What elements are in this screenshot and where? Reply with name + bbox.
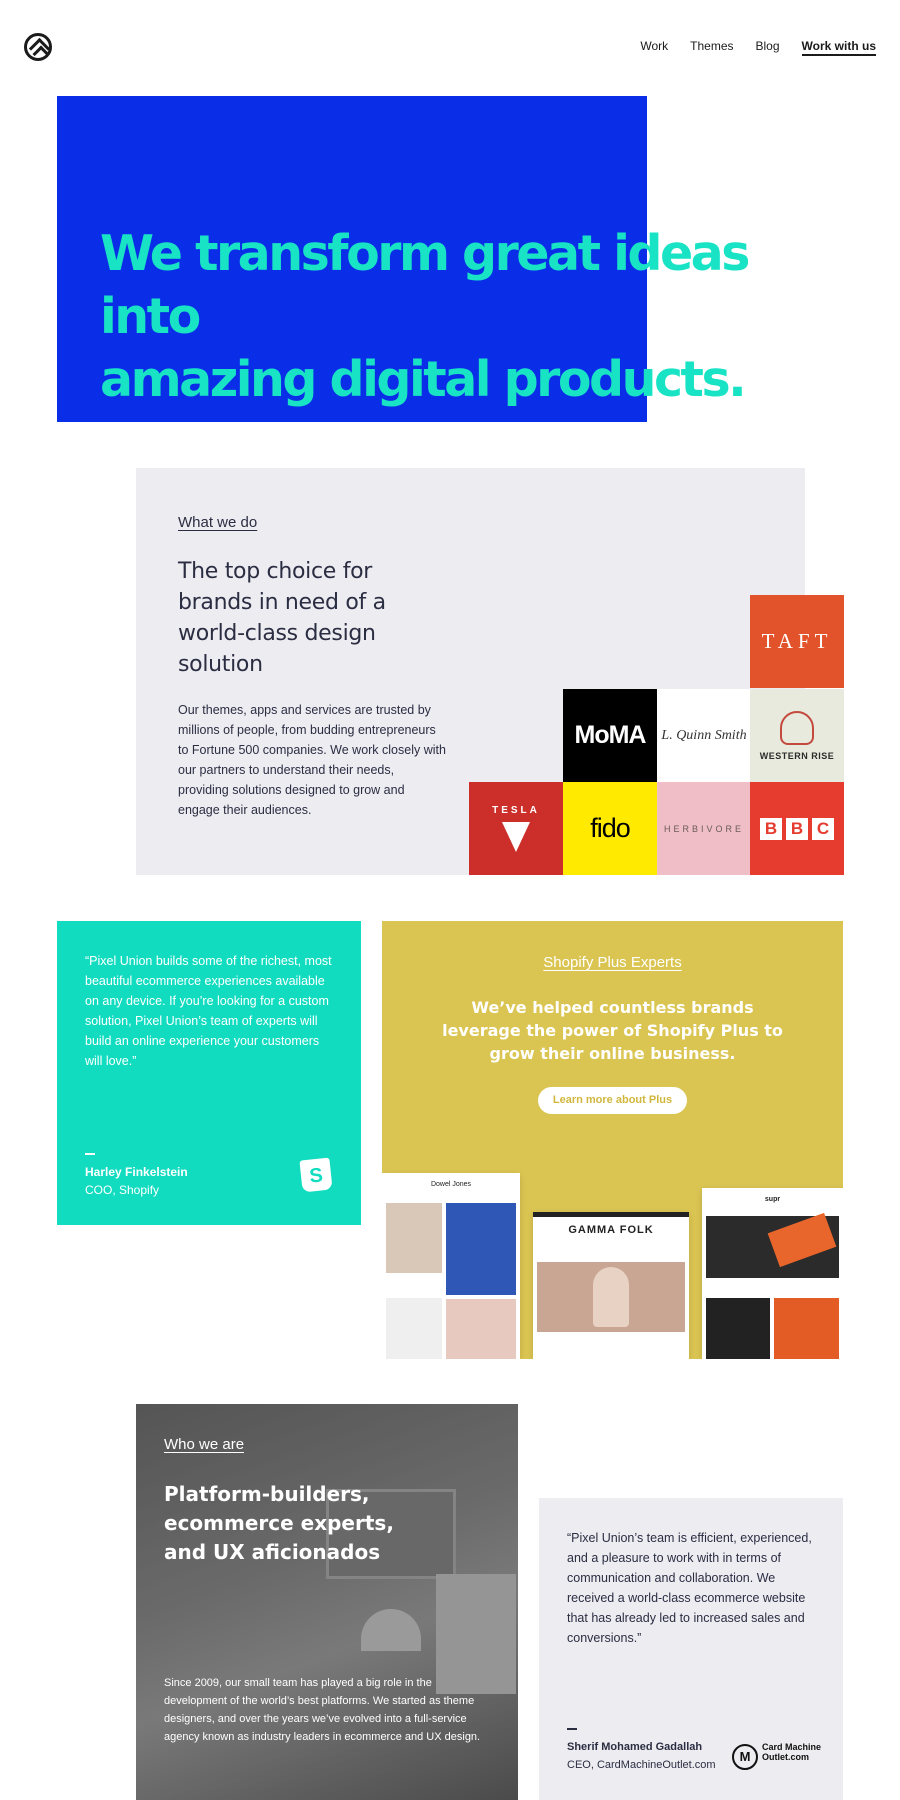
product-image	[706, 1298, 770, 1359]
tesla-icon	[502, 822, 530, 852]
nav-work[interactable]: Work	[640, 39, 668, 56]
cardmachineoutlet-logo-text: Card Machine Outlet.com	[762, 1742, 822, 1762]
western-rise-label: WESTERN RISE	[759, 750, 835, 761]
storefront-screenshot: GAMMA FOLK	[533, 1212, 689, 1359]
who-we-are-section: Who we are Platform-builders, ecommerce …	[136, 1404, 518, 1800]
storefront-topbar	[533, 1212, 689, 1217]
hero-title-line-1: We transform great ideas into	[100, 225, 750, 345]
client-logo-lqs: L. Quinn Smith	[657, 689, 751, 782]
client-logo-moma: MoMA	[563, 689, 657, 782]
who-we-are-heading: Platform-builders, ecommerce experts, an…	[164, 1482, 394, 1564]
what-we-do-link[interactable]: What we do	[178, 514, 257, 531]
shopify-plus-heading: We’ve helped countless brands leverage t…	[442, 998, 783, 1063]
nav-blog[interactable]: Blog	[756, 39, 780, 56]
shopify-plus-link[interactable]: Shopify Plus Experts	[382, 954, 843, 971]
what-we-do-body: Our themes, apps and services are truste…	[178, 703, 446, 817]
hero-title-line-2: amazing digital products.	[100, 351, 747, 408]
moose-icon	[780, 710, 814, 745]
testimonial-name: Harley Finkelstein	[85, 1165, 188, 1179]
product-image	[386, 1298, 442, 1359]
who-we-are-body: Since 2009, our small team has played a …	[164, 1677, 481, 1743]
who-we-are-link[interactable]: Who we are	[164, 1436, 244, 1453]
what-we-do-heading: The top choice for brands in need of a w…	[178, 559, 386, 677]
storefront-brand: Dowel Jones	[430, 1181, 472, 1188]
bbc-letter: B	[760, 817, 782, 840]
quote-divider	[85, 1153, 95, 1155]
client-logo-herbivore: HERBIVORE	[657, 782, 751, 875]
pixel-union-logo-icon[interactable]	[24, 33, 52, 61]
product-image	[446, 1203, 516, 1295]
testimonial-quote: “Pixel Union’s team is efficient, experi…	[567, 1531, 812, 1645]
client-logo-taft: TAFT	[750, 595, 844, 688]
testimonial-role: COO, Shopify	[85, 1183, 160, 1197]
product-image	[446, 1299, 516, 1359]
client-logo-bbc: B B C	[750, 782, 844, 875]
client-logo-western-rise: WESTERN RISE	[750, 689, 844, 782]
main-nav: Work Themes Blog Work with us	[640, 39, 876, 56]
nav-themes[interactable]: Themes	[690, 39, 733, 56]
model-figure	[593, 1267, 629, 1327]
testimonial-name: Sherif Mohamed Gadallah	[567, 1741, 703, 1753]
bbc-letter: C	[812, 817, 834, 840]
product-image	[774, 1298, 839, 1359]
nav-work-with-us[interactable]: Work with us	[801, 39, 876, 56]
storefront-brand: supr	[764, 1196, 781, 1203]
testimonial-shopify: “Pixel Union builds some of the richest,…	[57, 921, 361, 1225]
testimonial-role: CEO, CardMachineOutlet.com	[567, 1759, 716, 1771]
shopify-plus-section: Shopify Plus Experts We’ve helped countl…	[382, 921, 843, 1359]
learn-more-plus-button[interactable]: Learn more about Plus	[538, 1087, 687, 1114]
testimonial-cardmachineoutlet: “Pixel Union’s team is efficient, experi…	[539, 1498, 843, 1800]
client-logo-tesla: TESLA	[469, 782, 563, 875]
shopify-bag-icon: S	[299, 1157, 333, 1193]
hero-title: We transform great ideas into amazing di…	[100, 222, 800, 411]
cardmachineoutlet-logo-icon: M	[732, 1744, 758, 1770]
bbc-letter: B	[786, 817, 808, 840]
storefront-brand: GAMMA FOLK	[568, 1224, 654, 1236]
storefront-screenshot: supr	[702, 1188, 843, 1359]
quote-divider	[567, 1728, 577, 1730]
testimonial-quote: “Pixel Union builds some of the richest,…	[85, 954, 332, 1068]
client-logo-fido: fido	[563, 782, 657, 875]
storefront-screenshot: Dowel Jones	[382, 1173, 520, 1359]
product-image	[386, 1203, 442, 1273]
tesla-label: TESLA	[492, 805, 540, 816]
